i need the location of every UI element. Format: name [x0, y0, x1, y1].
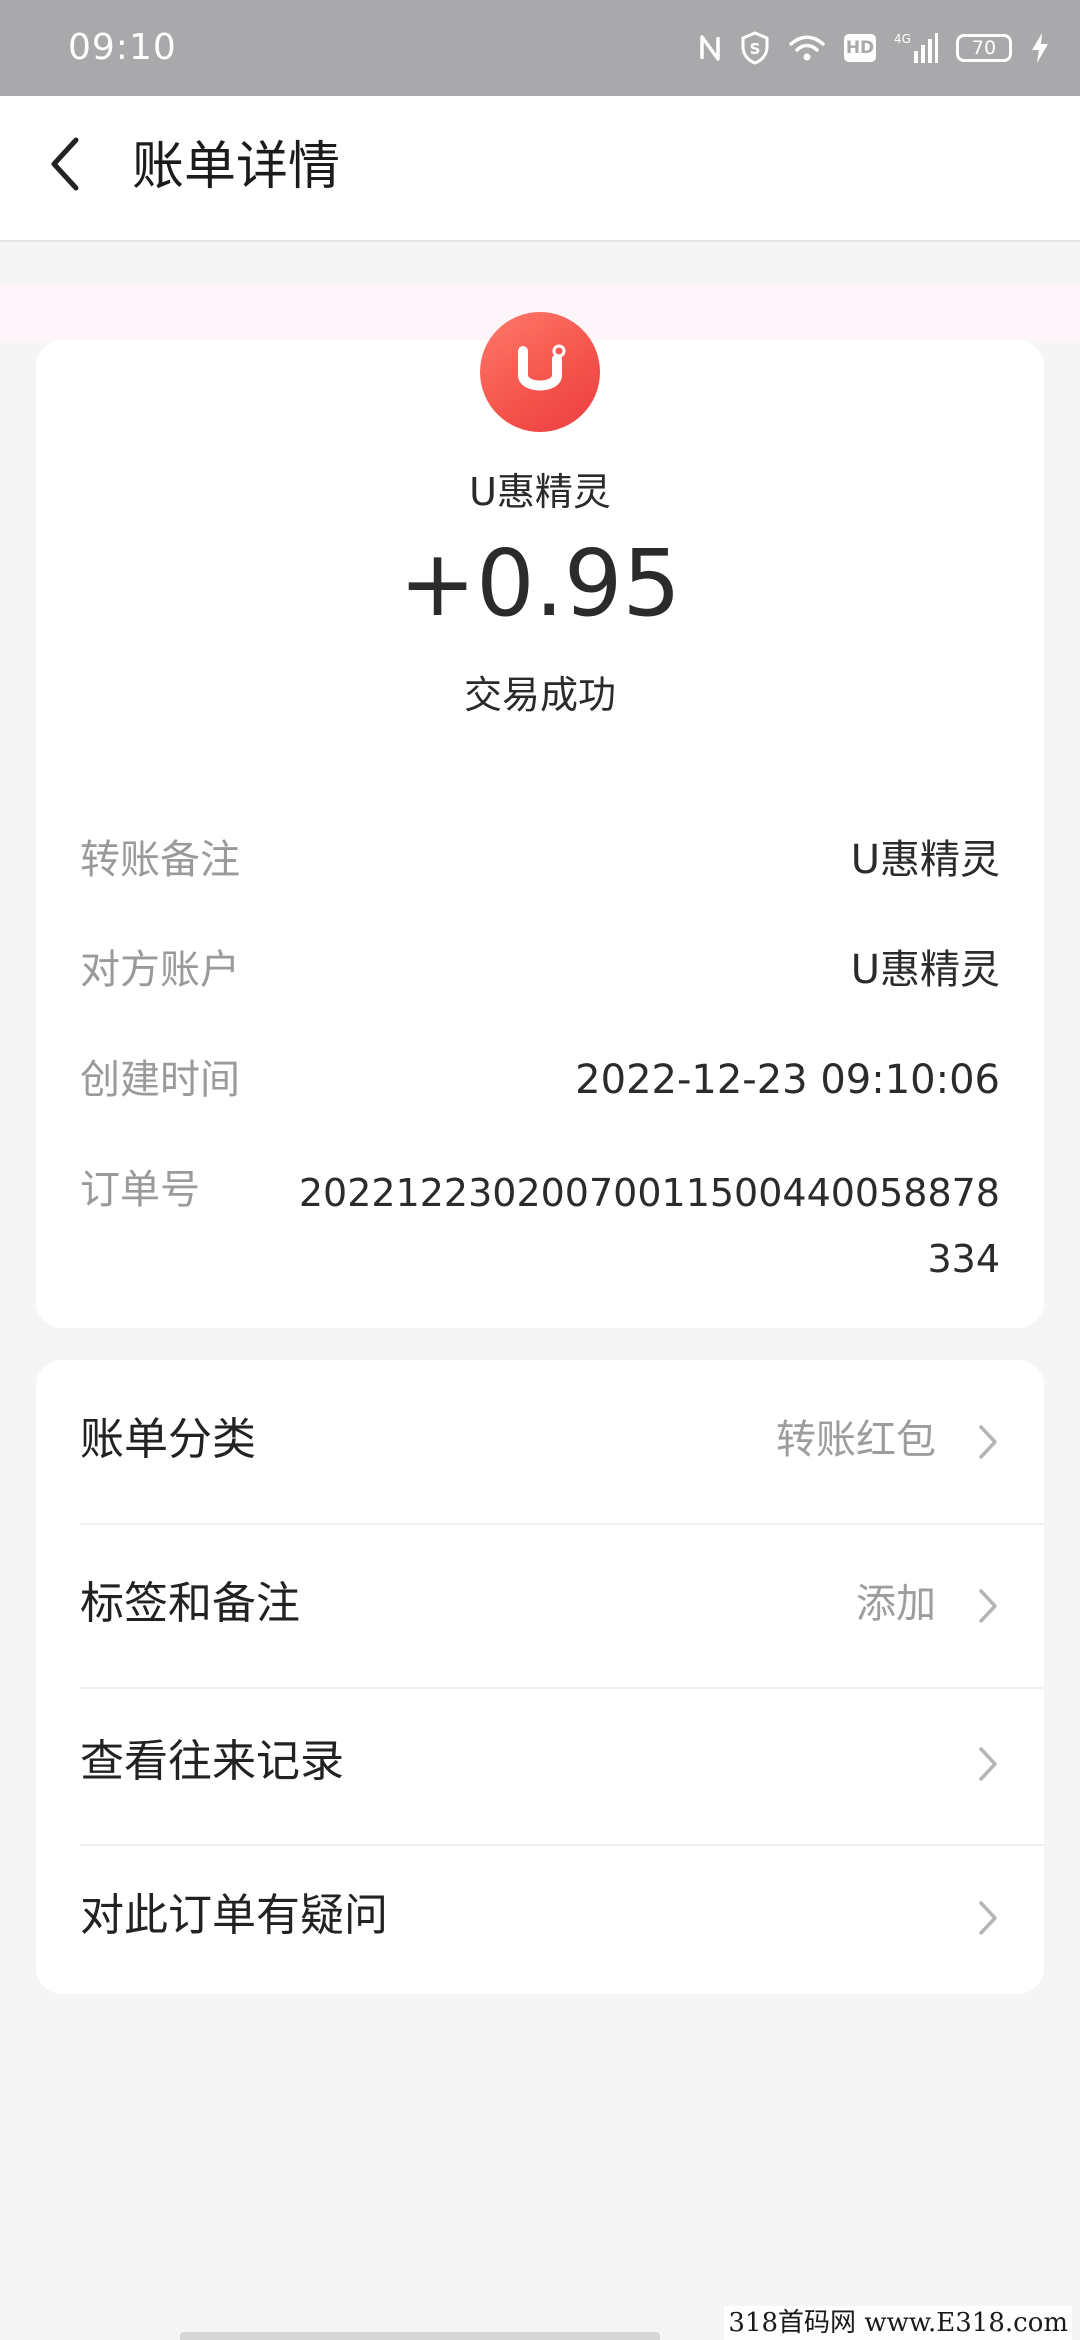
nav-bar: 账单详情: [0, 96, 1080, 242]
chevron-right-icon: [979, 1589, 997, 1623]
detail-label: 订单号: [80, 1167, 200, 1213]
status-time: 09:10: [68, 27, 177, 68]
page-title: 账单详情: [132, 137, 341, 197]
menu-item-view-history[interactable]: 查看往来记录: [36, 1682, 1044, 1842]
hd-icon: HD: [844, 34, 876, 62]
nfc-icon: [698, 33, 722, 63]
watermark: 318首码网 www.E318.com: [724, 2306, 1072, 2340]
detail-label: 创建时间: [80, 1057, 240, 1103]
u-logo-icon: [480, 312, 600, 432]
options-card: 账单分类 转账红包 标签和备注 添加 查看往来记录 对此订单有疑问: [36, 1360, 1044, 1994]
chevron-right-icon: [979, 1901, 997, 1935]
menu-item-value: 转账红包: [776, 1417, 936, 1463]
transaction-amount: +0.95: [399, 530, 681, 637]
svg-text:4G: 4G: [894, 32, 911, 46]
detail-value: U惠精灵: [850, 837, 1000, 883]
menu-item-bill-category[interactable]: 账单分类 转账红包: [36, 1360, 1044, 1520]
order-number: 20221223020070011500440058878334: [298, 1171, 1000, 1281]
status-icons: S HD 4G 70: [698, 26, 1050, 70]
menu-item-label: 对此订单有疑问: [80, 1890, 388, 1941]
menu-item-value: 添加: [856, 1581, 936, 1627]
menu-item-label: 查看往来记录: [80, 1736, 344, 1787]
detail-row-order-number: 订单号 20221223020070011500440058878334: [80, 1160, 1000, 1300]
home-indicator[interactable]: [180, 2332, 660, 2340]
merchant-name: U惠精灵: [469, 470, 611, 514]
menu-item-tags-notes[interactable]: 标签和备注 添加: [36, 1524, 1044, 1684]
signal-4g-icon: 4G: [894, 31, 938, 65]
svg-text:S: S: [750, 40, 761, 58]
chevron-right-icon: [979, 1747, 997, 1781]
shield-icon: S: [740, 31, 770, 65]
transaction-card: U惠精灵 +0.95 交易成功 转账备注 U惠精灵 对方账户 U惠精灵 创建时间…: [36, 340, 1044, 1328]
detail-value: 2022-12-23 09:10:06: [575, 1057, 1000, 1103]
detail-label: 对方账户: [80, 947, 240, 993]
menu-item-label: 账单分类: [80, 1414, 256, 1465]
chevron-right-icon: [979, 1425, 997, 1459]
status-bar: 09:10 S HD 4G 70: [0, 0, 1080, 96]
menu-item-order-question[interactable]: 对此订单有疑问: [36, 1836, 1044, 1996]
menu-item-label: 标签和备注: [80, 1578, 300, 1629]
chevron-left-icon: [51, 137, 79, 191]
transaction-status: 交易成功: [463, 673, 616, 717]
detail-value: U惠精灵: [850, 947, 1000, 993]
battery-icon: 70: [956, 34, 1012, 62]
wifi-icon: [788, 33, 826, 63]
back-button[interactable]: [30, 124, 102, 204]
detail-label: 转账备注: [80, 837, 240, 883]
charging-icon: [1030, 32, 1050, 64]
